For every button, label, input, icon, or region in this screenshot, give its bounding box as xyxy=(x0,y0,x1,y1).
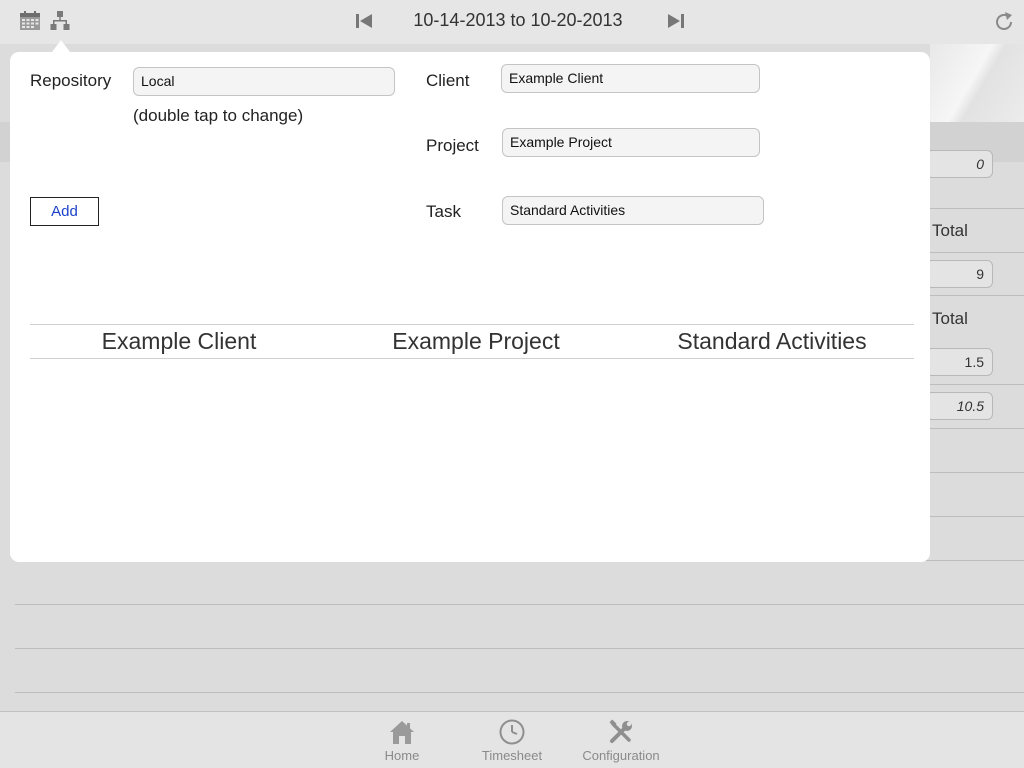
date-range-title: 10-14-2013 to 10-20-2013 xyxy=(413,10,623,30)
client-field[interactable]: Example Client xyxy=(501,64,760,93)
total-hours-field[interactable]: 10.5 xyxy=(926,392,993,420)
project-field[interactable]: Example Project xyxy=(502,128,760,157)
client-label: Client xyxy=(426,71,470,90)
skip-forward-icon[interactable] xyxy=(667,13,685,29)
add-button[interactable]: Add xyxy=(30,197,99,226)
house-icon xyxy=(390,721,414,744)
task-field[interactable]: Standard Activities xyxy=(502,196,764,225)
assignment-project[interactable]: Example Project xyxy=(328,328,624,355)
hierarchy-icon[interactable] xyxy=(50,10,72,32)
divider xyxy=(15,692,1024,693)
tab-configuration[interactable]: Configuration xyxy=(580,718,662,763)
assignment-task[interactable]: Standard Activities xyxy=(624,328,920,355)
assignment-client[interactable]: Example Client xyxy=(30,328,328,355)
top-toolbar: 10-14-2013 to 10-20-2013 xyxy=(0,0,1024,44)
skip-back-icon[interactable] xyxy=(355,13,373,29)
task-label: Task xyxy=(426,202,461,221)
calendar-icon[interactable] xyxy=(19,10,41,32)
project-label: Project xyxy=(426,136,479,155)
tab-home[interactable]: Home xyxy=(374,718,430,763)
total-label: Total xyxy=(932,309,968,328)
tab-timesheet-label: Timesheet xyxy=(481,748,543,763)
repository-label: Repository xyxy=(30,71,112,90)
repository-field[interactable]: Local xyxy=(133,67,395,96)
tab-home-label: Home xyxy=(384,748,420,763)
background-glare xyxy=(930,44,1024,122)
divider xyxy=(15,604,1024,605)
total-label: Total xyxy=(932,221,968,240)
list-bottom-rule xyxy=(30,358,914,359)
tools-icon xyxy=(609,719,632,743)
repository-hint: (double tap to change) xyxy=(133,106,304,125)
hours-field[interactable]: 1.5 xyxy=(926,348,993,376)
clock-icon xyxy=(499,719,525,745)
assignment-popover: Repository Local (double tap to change) … xyxy=(10,52,930,562)
hours-field[interactable]: 9 xyxy=(926,260,993,288)
refresh-icon[interactable] xyxy=(992,10,1016,34)
popover-arrow xyxy=(52,40,70,52)
tab-timesheet[interactable]: Timesheet xyxy=(474,718,550,763)
list-top-rule xyxy=(30,324,914,325)
tab-configuration-label: Configuration xyxy=(582,748,660,763)
divider xyxy=(15,648,1024,649)
hours-field[interactable]: 0 xyxy=(926,150,993,178)
tab-bar: Home Timesheet Configuration xyxy=(0,711,1024,768)
